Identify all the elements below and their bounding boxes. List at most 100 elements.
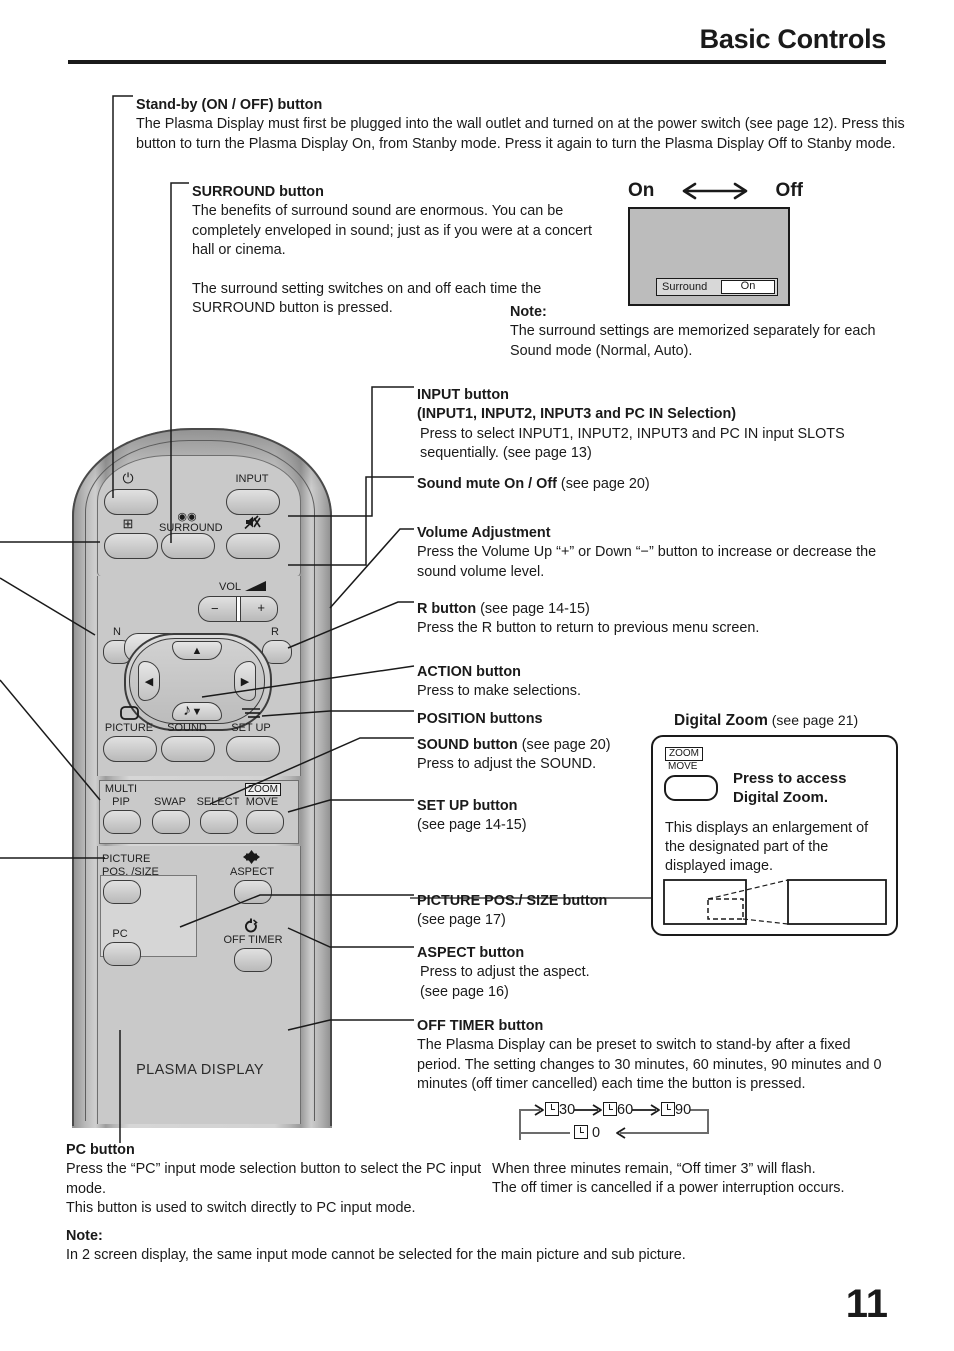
digital-zoom-figure bbox=[663, 877, 889, 927]
digital-zoom-press-text: Press to access Digital Zoom. bbox=[733, 769, 846, 807]
zoom-tag: ZOOM bbox=[665, 747, 703, 761]
remote-picture-button[interactable] bbox=[103, 736, 157, 762]
vol-label: VOL bbox=[218, 581, 241, 593]
offtimer-flow-60: 60 bbox=[603, 1102, 633, 1118]
offtimer-footer-2: The off timer is cancelled if a power in… bbox=[492, 1180, 845, 1197]
position-left-button[interactable]: ◀ bbox=[138, 661, 160, 701]
aspect-body-2: (see page 16) bbox=[420, 983, 509, 1000]
digital-zoom-description: This displays an enlargement of the desi… bbox=[665, 820, 869, 874]
off-timer-label: OFF TIMER bbox=[223, 934, 283, 946]
surround-section: SURROUND button The benefits of surround… bbox=[192, 183, 592, 318]
remote-pc-button[interactable] bbox=[103, 942, 141, 966]
action-section: ACTION button Press to make selections. bbox=[417, 663, 837, 702]
r-button-page-ref: (see page 14-15) bbox=[476, 601, 590, 617]
remote-sound-button[interactable] bbox=[161, 736, 215, 762]
aspect-label: ASPECT bbox=[229, 866, 274, 878]
picture-icon bbox=[112, 706, 146, 722]
remote-control-illustration: ⏻ INPUT ⊞ ◉◉ SURROUND VOL − + N R ▲ ▼ ◀ … bbox=[72, 428, 332, 1128]
sound-section: SOUND button (see page 20) Press to adju… bbox=[417, 736, 637, 775]
offtimer-footer: When three minutes remain, “Off timer 3”… bbox=[492, 1160, 902, 1199]
offtimer-flow-0: 0 bbox=[574, 1125, 600, 1141]
select-label: SELECT bbox=[196, 796, 240, 808]
aspect-icon bbox=[232, 850, 270, 866]
volume-rocker-divider bbox=[236, 597, 241, 621]
sound-body: Press to adjust the SOUND. bbox=[417, 756, 597, 773]
setup-section: SET UP button (see page 14-15) bbox=[417, 797, 637, 836]
aspect-body-1: Press to adjust the aspect. bbox=[420, 964, 590, 981]
r-button-body: Press the R button to return to previous… bbox=[417, 620, 760, 637]
remote-surround-button[interactable] bbox=[161, 533, 215, 559]
remote-picture-pos-size-button[interactable] bbox=[103, 880, 141, 904]
input-heading-2: (INPUT1, INPUT2, INPUT3 and PC IN Select… bbox=[417, 406, 737, 423]
zoom-move-button-illustration bbox=[664, 775, 718, 801]
mute-icon bbox=[227, 515, 277, 530]
surround-osd-bar: Surround On bbox=[656, 278, 778, 296]
r-button-section: R button (see page 14-15) Press the R bu… bbox=[417, 600, 887, 639]
pc-button-body-2: This button is used to switch directly t… bbox=[66, 1200, 416, 1217]
remote-multi-pip-button[interactable] bbox=[103, 810, 141, 834]
remote-volume-rocker[interactable]: − + bbox=[198, 596, 278, 622]
multi-label: MULTI bbox=[104, 783, 138, 795]
digital-zoom-title-bold: Digital Zoom bbox=[674, 712, 768, 729]
input-body: Press to select INPUT1, INPUT2, INPUT3 a… bbox=[420, 425, 845, 462]
surround-onoff-label: On Off bbox=[628, 180, 803, 202]
volume-minus-label: − bbox=[211, 601, 219, 616]
position-up-button[interactable]: ▲ bbox=[172, 641, 222, 660]
volume-wedge-icon bbox=[244, 580, 268, 594]
timer-icon bbox=[603, 1102, 617, 1116]
picture-pos-section: PICTURE POS./ SIZE button (see page 17) bbox=[417, 892, 677, 931]
remote-aspect-button[interactable] bbox=[234, 880, 272, 904]
aspect-heading: ASPECT button bbox=[417, 945, 525, 961]
input-heading-1: INPUT button bbox=[417, 387, 509, 403]
position-right-button[interactable]: ▶ bbox=[234, 661, 256, 701]
remote-pip-button[interactable] bbox=[104, 533, 158, 559]
volume-body: Press the Volume Up “+” or Down “−” butt… bbox=[417, 544, 877, 580]
remote-swap-button[interactable] bbox=[152, 810, 190, 834]
surround-osd-value: On bbox=[721, 280, 775, 294]
standby-body: The Plasma Display must first be plugged… bbox=[136, 116, 905, 152]
surround-heading: SURROUND button bbox=[192, 184, 324, 200]
remote-setup-button[interactable] bbox=[226, 736, 280, 762]
move-tag: MOVE bbox=[668, 761, 698, 772]
offtimer-flow-diagram: 30 60 90 0 bbox=[512, 1100, 742, 1152]
action-body: Press to make selections. bbox=[417, 683, 581, 700]
bottom-note-body: In 2 screen display, the same input mode… bbox=[66, 1247, 686, 1264]
picture-pos-heading: PICTURE POS./ SIZE button bbox=[417, 893, 608, 909]
aspect-section: ASPECT button Press to adjust the aspect… bbox=[417, 944, 677, 1002]
remote-off-timer-button[interactable] bbox=[234, 948, 272, 972]
offtimer-footer-1: When three minutes remain, “Off timer 3”… bbox=[492, 1161, 816, 1177]
picture-label: PICTURE bbox=[104, 722, 154, 734]
remote-select-button[interactable] bbox=[200, 810, 238, 834]
pc-button-heading: PC button bbox=[66, 1142, 135, 1158]
sound-heading: SOUND button bbox=[417, 737, 518, 753]
leader-standby-bracket bbox=[112, 95, 133, 420]
remote-power-button[interactable] bbox=[104, 489, 158, 515]
sound-page-ref: (see page 20) bbox=[517, 737, 611, 753]
page-title: Basic Controls bbox=[699, 24, 887, 54]
setup-heading: SET UP button bbox=[417, 798, 518, 814]
remote-mute-button[interactable] bbox=[226, 533, 280, 559]
standby-heading: Stand-by (ON / OFF) button bbox=[136, 97, 323, 113]
remote-input-button[interactable] bbox=[226, 489, 280, 515]
plasma-display-brand-text: PLASMA DISPLAY bbox=[136, 1062, 264, 1078]
surround-osd-label: Surround bbox=[662, 281, 708, 293]
position-heading: POSITION buttons bbox=[417, 711, 543, 727]
bottom-note-heading: Note: bbox=[66, 1228, 103, 1244]
dz-press-line-2: Digital Zoom. bbox=[733, 789, 828, 806]
offtimer-flow-90: 90 bbox=[661, 1102, 691, 1118]
surround-note-body: The surround settings are memorized sepa… bbox=[510, 323, 876, 359]
input-label: INPUT bbox=[235, 473, 269, 485]
swap-label: SWAP bbox=[154, 796, 186, 808]
move-label: MOVE bbox=[245, 796, 279, 808]
timer-icon bbox=[545, 1102, 559, 1116]
digital-zoom-panel: ZOOM MOVE Press to access Digital Zoom. … bbox=[651, 735, 898, 936]
r-button-heading: R button bbox=[417, 601, 477, 617]
volume-heading: Volume Adjustment bbox=[417, 525, 551, 541]
sound-label: SOUND bbox=[167, 722, 207, 734]
mute-separator: / bbox=[524, 476, 537, 492]
leader-volume bbox=[329, 528, 414, 609]
picture-pos-body: (see page 17) bbox=[417, 912, 506, 929]
pip-label: PIP bbox=[112, 796, 130, 808]
page-number: 11 bbox=[845, 1282, 888, 1326]
remote-zoom-move-button[interactable] bbox=[246, 810, 284, 834]
